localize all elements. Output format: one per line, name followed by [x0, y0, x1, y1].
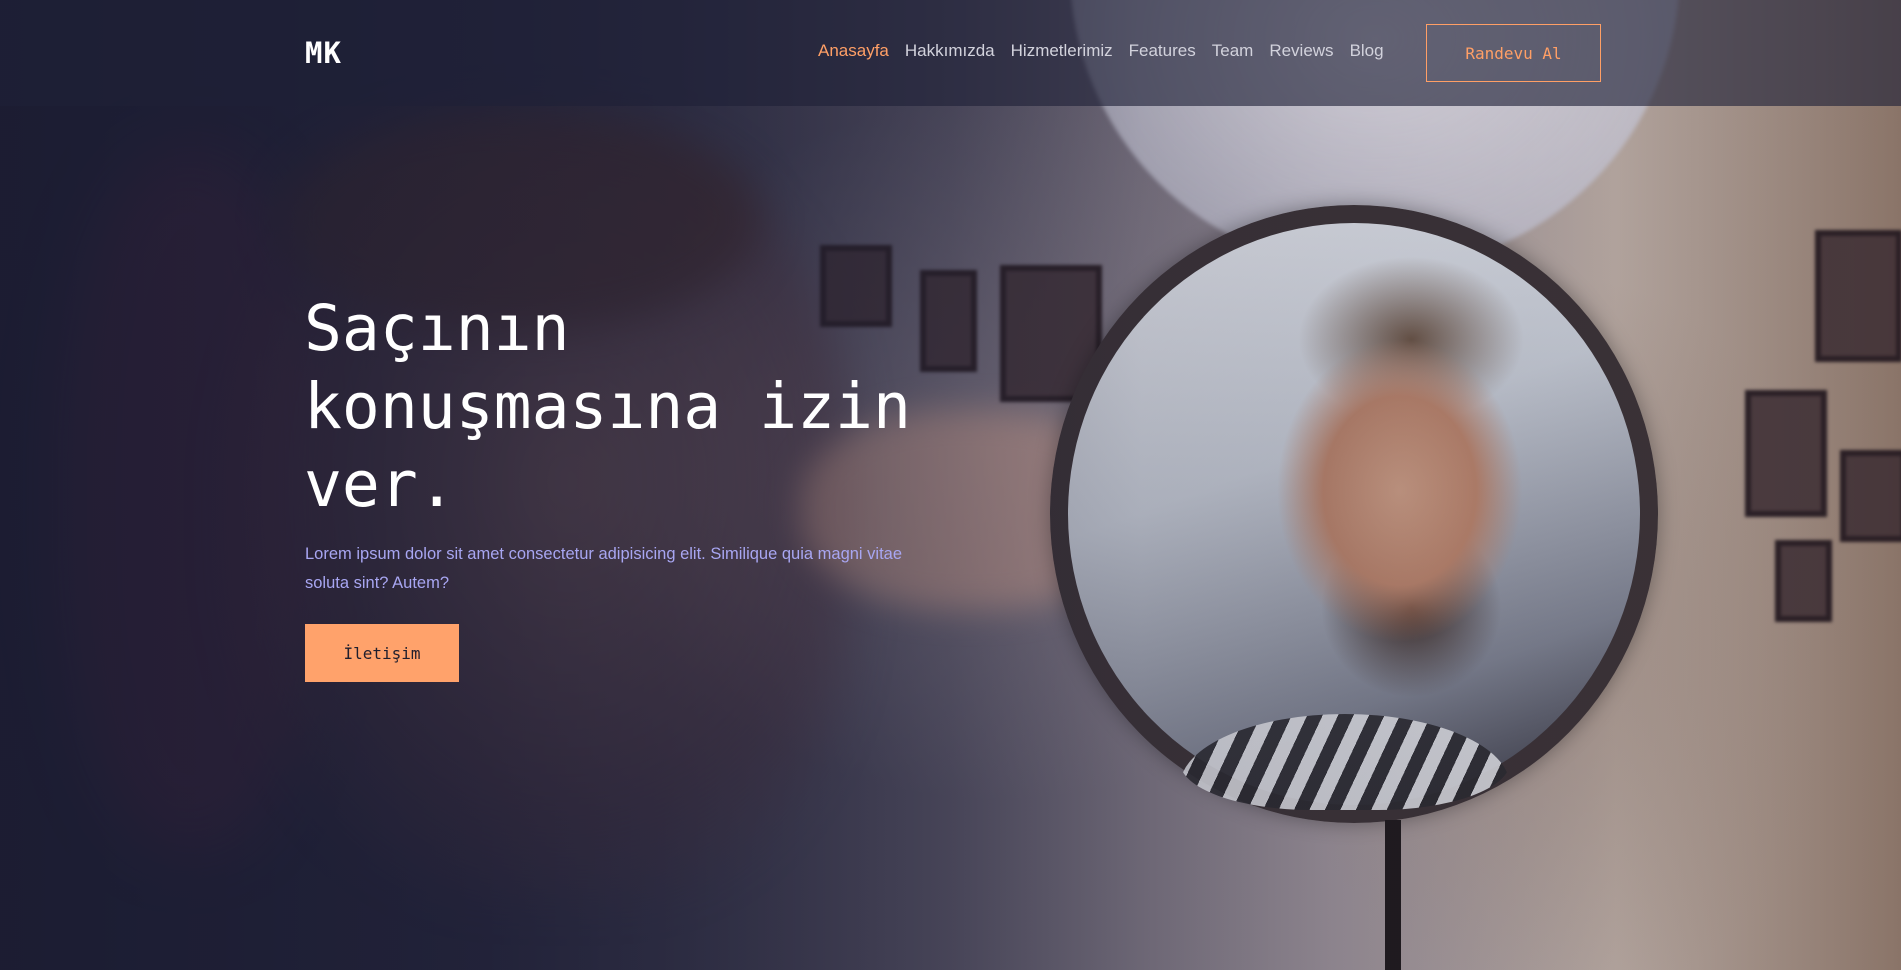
hero-title: Saçının konuşmasına izin ver. [304, 292, 911, 521]
logo[interactable]: MK [305, 36, 342, 70]
main-nav: Anasayfa Hakkımızda Hizmetlerimiz Featur… [818, 41, 1400, 61]
nav-item-blog[interactable]: Blog [1350, 41, 1384, 61]
nav-item-team[interactable]: Team [1212, 41, 1254, 61]
site-header: MK Anasayfa Hakkımızda Hizmetlerimiz Fea… [0, 0, 1901, 106]
hero-section: MK Anasayfa Hakkımızda Hizmetlerimiz Fea… [0, 0, 1901, 970]
nav-item-hizmetlerimiz[interactable]: Hizmetlerimiz [1011, 41, 1113, 61]
nav-item-reviews[interactable]: Reviews [1269, 41, 1333, 61]
contact-button[interactable]: İletişim [305, 624, 459, 682]
nav-item-anasayfa[interactable]: Anasayfa [818, 41, 889, 61]
nav-item-features[interactable]: Features [1129, 41, 1196, 61]
nav-item-hakkimizda[interactable]: Hakkımızda [905, 41, 995, 61]
hero-description: Lorem ipsum dolor sit amet consectetur a… [305, 545, 903, 592]
appointment-button[interactable]: Randevu Al [1426, 24, 1601, 82]
